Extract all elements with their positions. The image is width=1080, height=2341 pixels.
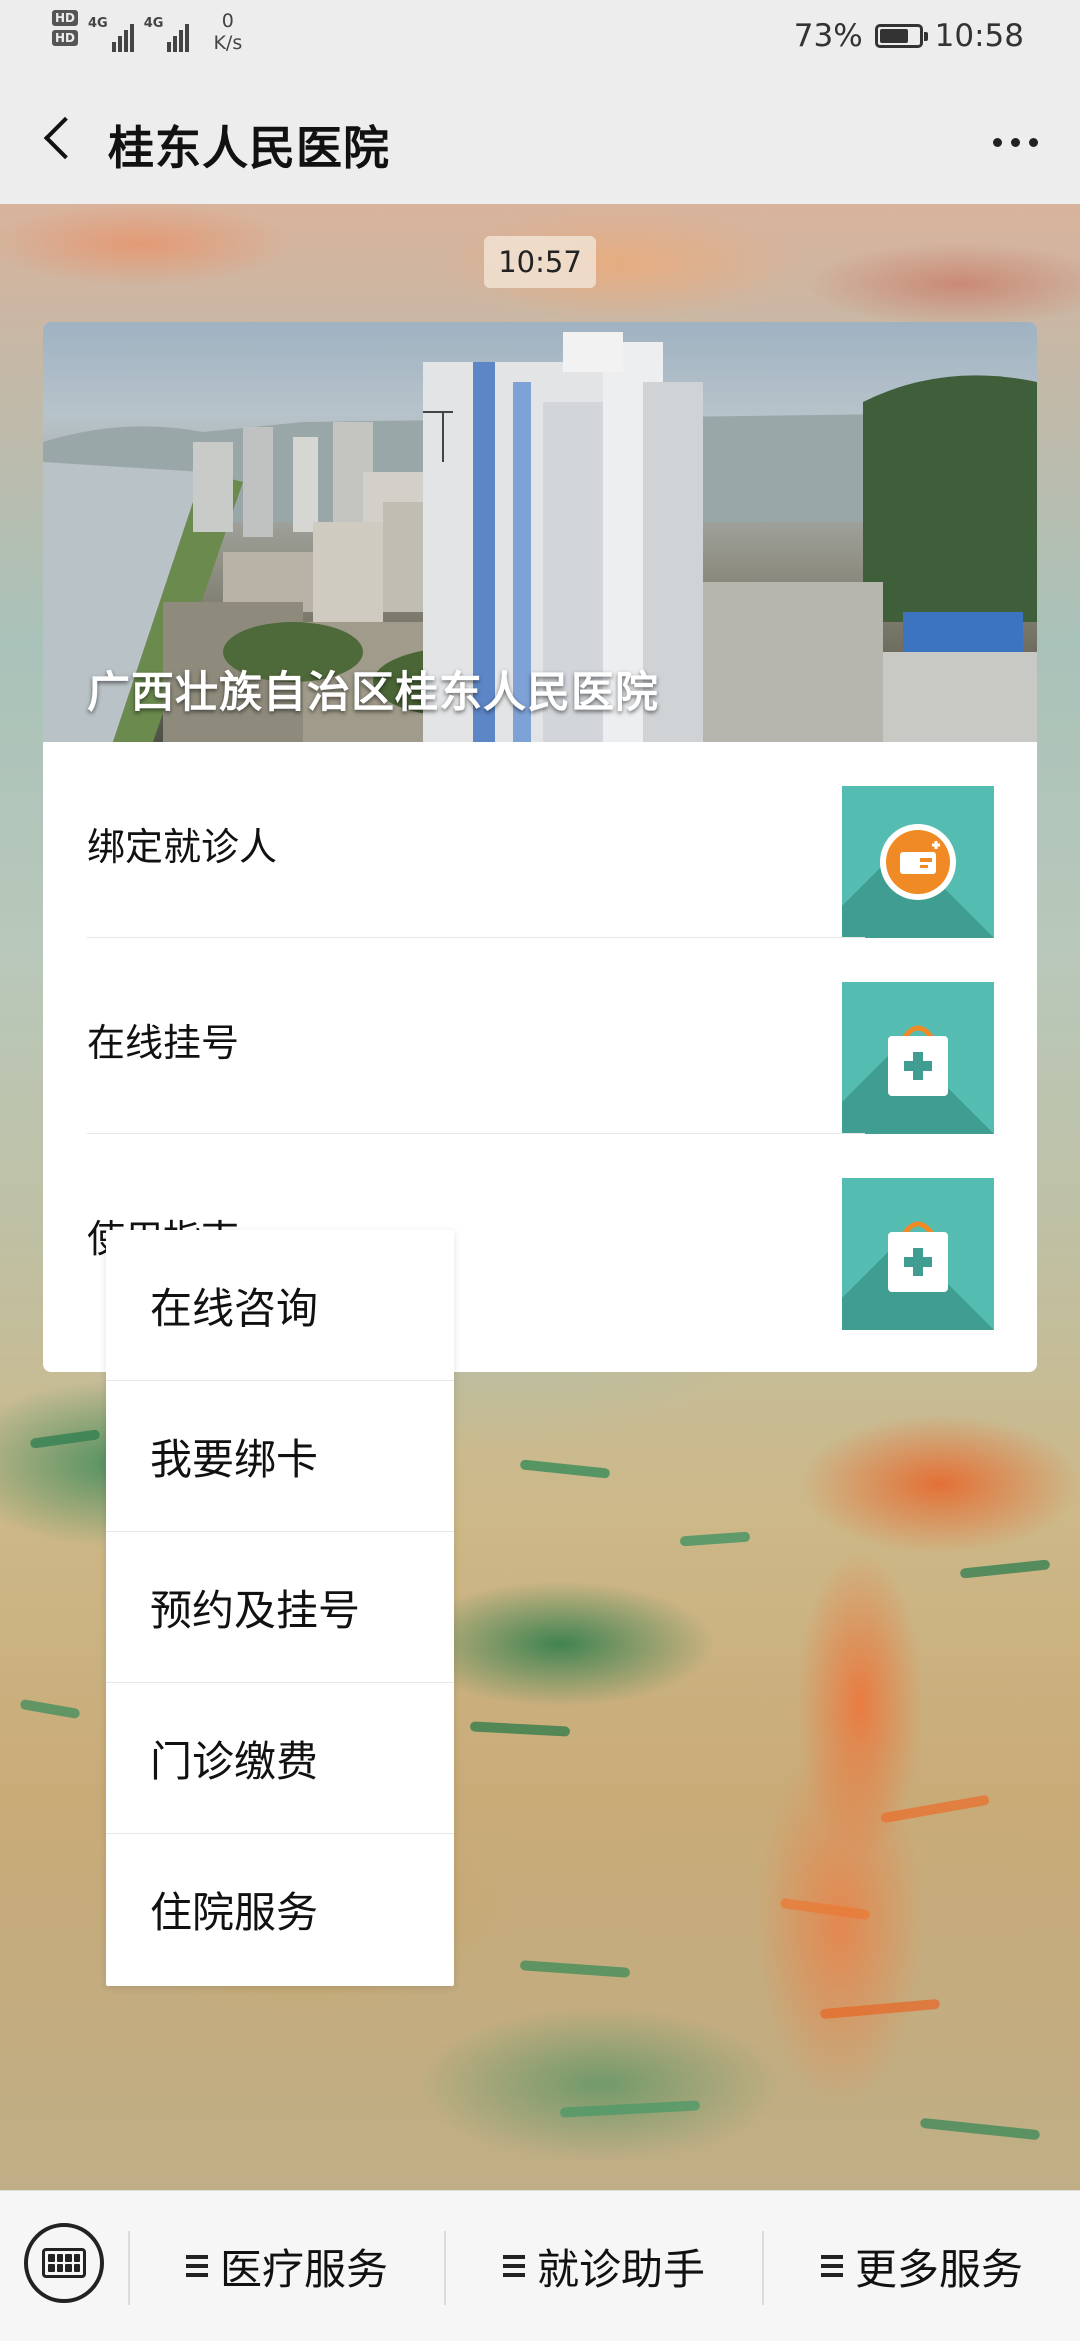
- bottom-menu-bar: 医疗服务 就诊助手 更多服务: [0, 2190, 1080, 2341]
- chevron-left-icon: [43, 116, 87, 160]
- medical-bag-icon: [888, 1025, 948, 1096]
- hero-image[interactable]: 广西壮族自治区桂东人民医院: [43, 322, 1037, 742]
- article-item-label: 绑定就诊人: [87, 825, 278, 869]
- network-type: 4G: [143, 16, 164, 31]
- menu-label: 就诊助手: [536, 2244, 705, 2294]
- signal-icon: 4G: [88, 16, 134, 52]
- menu-medical-services[interactable]: 医疗服务: [130, 2191, 444, 2341]
- status-bar: HD HD 4G 4G 0 K/s 73% 10:58: [0, 0, 1080, 72]
- hamburger-icon: [185, 2255, 208, 2277]
- submenu-item-inpatient-service[interactable]: 住院服务: [106, 1834, 454, 1985]
- keyboard-icon: [42, 2248, 86, 2278]
- medical-bag-icon: [888, 1221, 948, 1292]
- article-item-thumbnail: [842, 1178, 994, 1330]
- article-item-label: 在线挂号: [87, 1021, 240, 1065]
- back-button[interactable]: [30, 108, 90, 168]
- submenu-item-appointment[interactable]: 预约及挂号: [106, 1532, 454, 1683]
- keyboard-toggle-button[interactable]: [24, 2223, 104, 2303]
- network-type: 4G: [88, 16, 108, 31]
- clock: 10:58: [934, 18, 1024, 54]
- network-speed-unit: K/s: [213, 32, 243, 54]
- article-item[interactable]: 绑定就诊人: [43, 742, 1037, 938]
- submenu-popup: 在线咨询 我要绑卡 预约及挂号 门诊缴费 住院服务: [106, 1230, 454, 1986]
- menu-label: 更多服务: [854, 2244, 1023, 2294]
- submenu-item-outpatient-payment[interactable]: 门诊缴费: [106, 1683, 454, 1834]
- network-speed: 0 K/s: [213, 10, 242, 54]
- status-right: 73% 10:58: [794, 18, 1024, 54]
- hamburger-icon: [820, 2255, 843, 2277]
- article-item-thumbnail: [842, 982, 994, 1134]
- article-item[interactable]: 在线挂号: [43, 938, 1037, 1134]
- title-bar: 桂东人民医院: [0, 72, 1080, 204]
- hd-badge: HD: [52, 30, 79, 46]
- network-speed-value: 0: [221, 10, 234, 32]
- more-dots-icon: [992, 137, 1002, 147]
- status-left: HD HD 4G 4G 0 K/s: [52, 10, 242, 54]
- battery-icon: [874, 24, 928, 48]
- battery-percent: 73%: [793, 18, 863, 54]
- menu-visit-assistant[interactable]: 就诊助手: [446, 2191, 762, 2341]
- hamburger-icon: [502, 2255, 525, 2277]
- hd-indicators: HD HD: [52, 10, 79, 46]
- signal-icon: 4G: [144, 16, 190, 52]
- hd-badge: HD: [52, 10, 79, 26]
- id-card-icon: [880, 824, 956, 900]
- hero-title: 广西壮族自治区桂东人民医院: [87, 668, 659, 718]
- menu-label: 医疗服务: [219, 2244, 388, 2294]
- submenu-item-online-consult[interactable]: 在线咨询: [106, 1230, 454, 1381]
- page-title: 桂东人民医院: [108, 121, 390, 175]
- article-card[interactable]: 广西壮族自治区桂东人民医院 绑定就诊人 在线挂号: [43, 322, 1037, 1372]
- menu-more-services[interactable]: 更多服务: [764, 2191, 1080, 2341]
- submenu-item-bind-card[interactable]: 我要绑卡: [106, 1381, 454, 1532]
- article-item-thumbnail: [842, 786, 994, 938]
- message-timestamp: 10:57: [484, 236, 596, 288]
- more-button[interactable]: [980, 112, 1050, 172]
